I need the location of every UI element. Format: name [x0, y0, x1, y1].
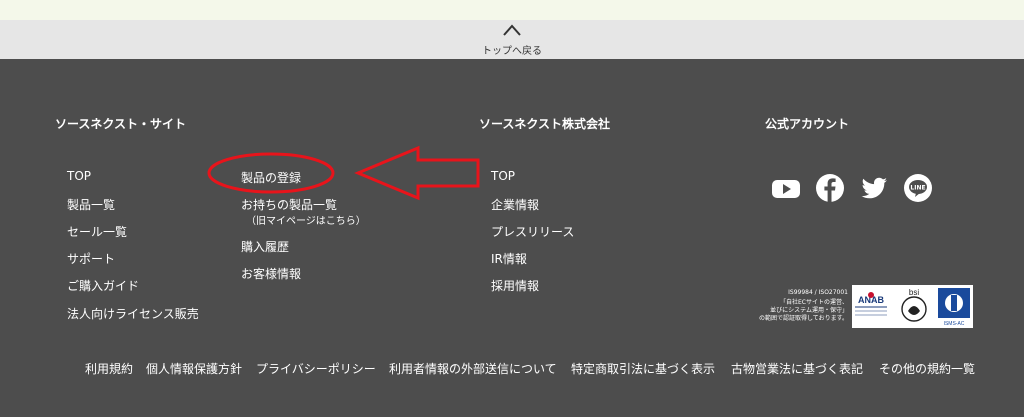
- bottom-link-other-terms[interactable]: その他の規約一覧: [879, 360, 975, 377]
- line-icon[interactable]: LINE: [902, 172, 934, 204]
- certification-badge: ANAB bsi ISMS-AC: [852, 285, 973, 328]
- account-link-customer-info[interactable]: お客様情報: [241, 265, 301, 282]
- site-link-corporate-license[interactable]: 法人向けライセンス販売: [67, 305, 199, 322]
- site-link-sale[interactable]: セール一覧: [67, 223, 127, 240]
- account-link-register-product[interactable]: 製品の登録: [241, 169, 301, 186]
- bsi-logo: bsi: [909, 288, 919, 297]
- back-to-top-label: トップへ戻る: [482, 46, 542, 57]
- bottom-link-external-transmission[interactable]: 利用者情報の外部送信について: [389, 360, 557, 377]
- account-sublink-old-mypage[interactable]: （旧マイページはこちら）: [246, 212, 366, 227]
- youtube-icon[interactable]: [770, 172, 802, 204]
- top-strip: [0, 0, 1024, 20]
- back-to-top-button[interactable]: トップへ戻る: [0, 20, 1024, 59]
- site-link-support[interactable]: サポート: [67, 250, 115, 267]
- isms-ac-logo: ISMS-AC: [944, 321, 965, 327]
- company-link-recruit[interactable]: 採用情報: [491, 277, 539, 294]
- site-link-purchase-guide[interactable]: ご購入ガイド: [67, 277, 139, 294]
- twitter-icon[interactable]: [858, 172, 890, 204]
- site-link-products[interactable]: 製品一覧: [67, 196, 115, 213]
- facebook-icon[interactable]: [814, 172, 846, 204]
- svg-text:LINE: LINE: [910, 185, 925, 192]
- chevron-up-icon: [503, 24, 521, 36]
- company-link-corporate-info[interactable]: 企業情報: [491, 196, 539, 213]
- company-link-press[interactable]: プレスリリース: [491, 223, 574, 240]
- account-link-owned-products[interactable]: お持ちの製品一覧: [241, 196, 337, 213]
- cert-scope-line3: の範囲で認証取得しております。: [758, 315, 848, 322]
- company-link-top[interactable]: TOP: [491, 169, 515, 183]
- bottom-link-privacy-policy-jp[interactable]: 個人情報保護方針: [146, 360, 242, 377]
- company-column-heading: ソースネクスト株式会社: [479, 117, 611, 131]
- certification-logos: ANAB bsi ISMS-AC: [855, 288, 970, 327]
- site-link-top[interactable]: TOP: [67, 169, 91, 183]
- bottom-link-privacy-policy[interactable]: プライバシーポリシー: [256, 360, 376, 377]
- bottom-link-terms[interactable]: 利用規約: [85, 360, 133, 377]
- cert-scope-line1: 「自社ECサイトの運営、: [780, 299, 848, 306]
- cert-standard: IS99984 / ISO27001: [788, 289, 848, 296]
- site-footer: ソースネクスト・サイト TOP 製品一覧 セール一覧 サポート ご購入ガイド 法…: [0, 59, 1024, 417]
- account-link-purchase-history[interactable]: 購入履歴: [241, 238, 289, 255]
- cert-scope-line2: 並びにシステム運用・保守」: [770, 307, 848, 314]
- social-column-heading: 公式アカウント: [765, 117, 850, 131]
- company-link-ir[interactable]: IR情報: [491, 250, 527, 267]
- bottom-link-antique-law[interactable]: 古物営業法に基づく表記: [731, 360, 863, 377]
- bottom-link-commercial-law[interactable]: 特定商取引法に基づく表示: [571, 360, 715, 377]
- site-column-heading: ソースネクスト・サイト: [55, 117, 187, 131]
